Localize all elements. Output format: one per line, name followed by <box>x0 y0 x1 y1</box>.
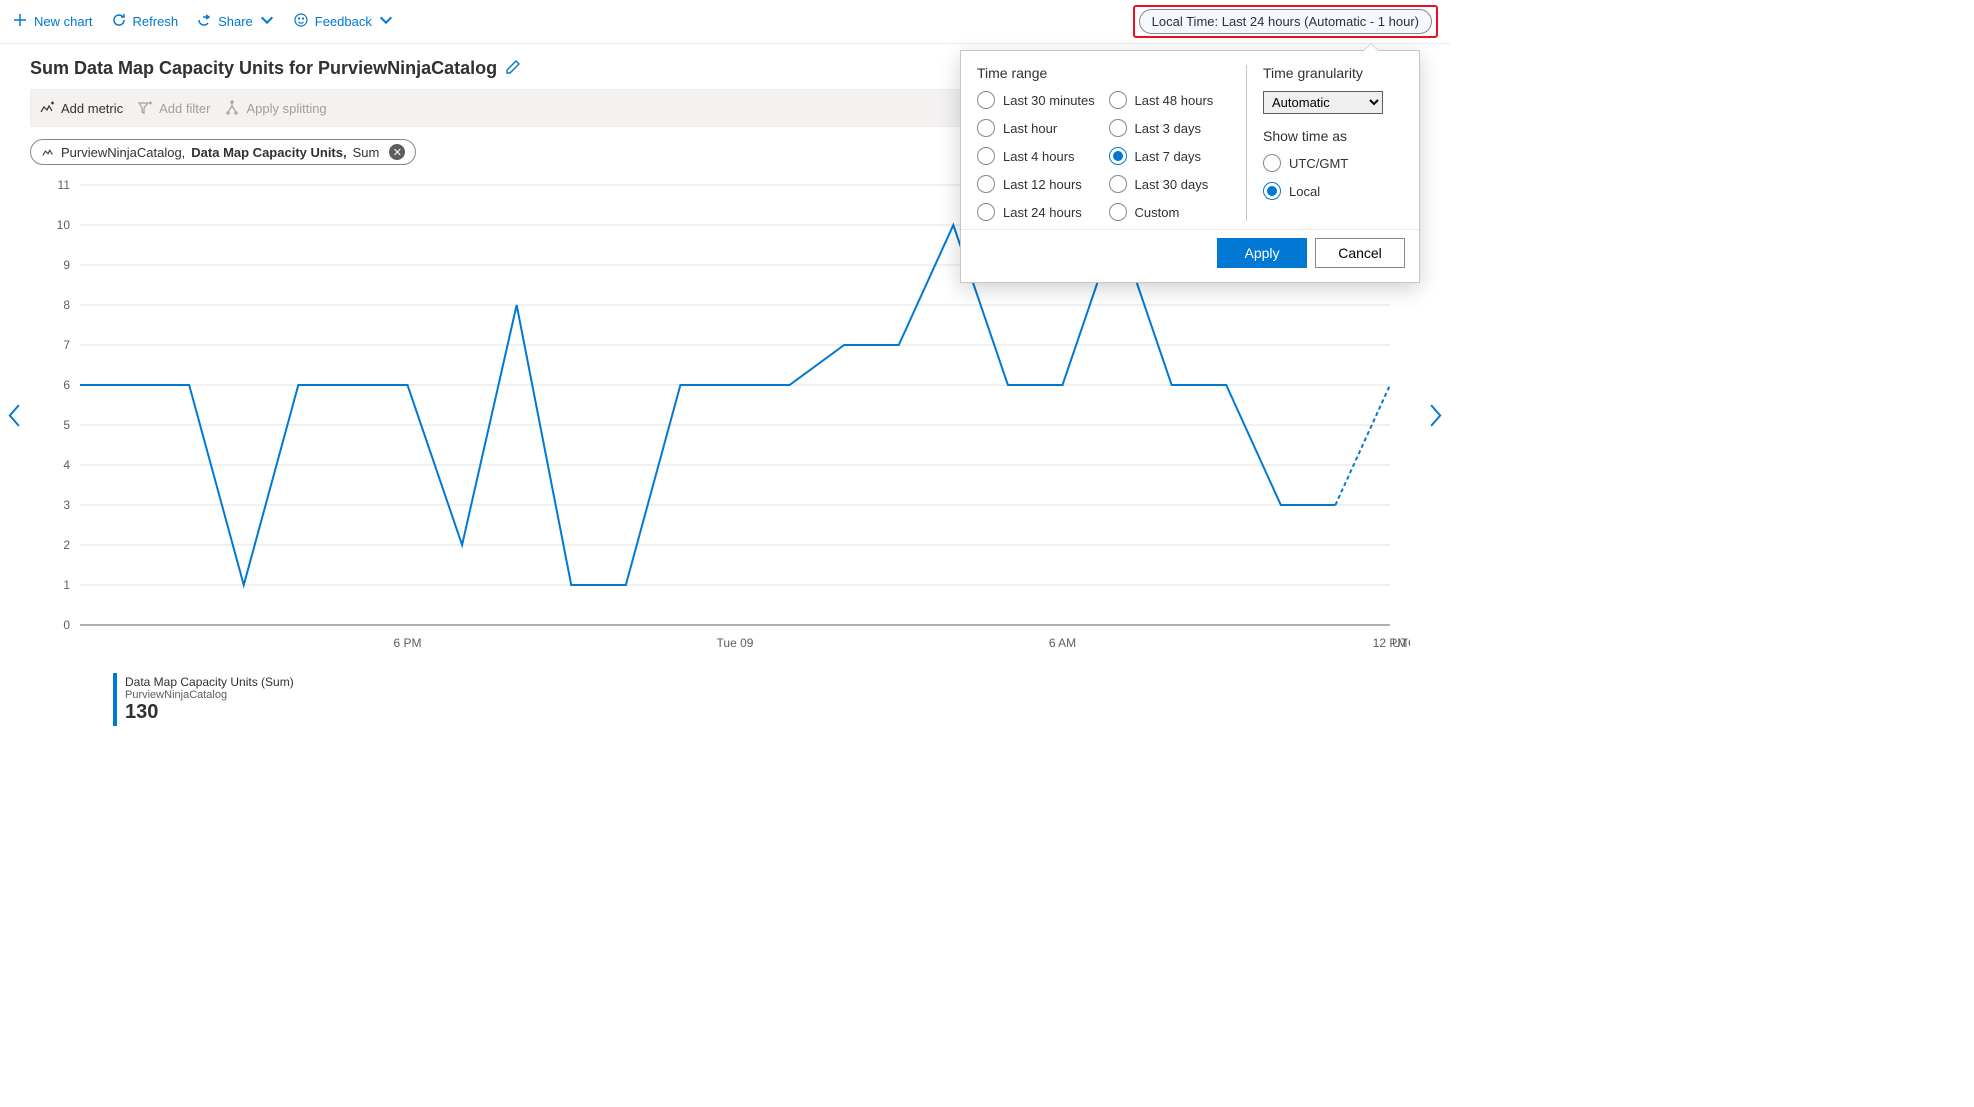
chip-metric: Data Map Capacity Units, <box>191 145 346 160</box>
plus-icon <box>12 12 28 31</box>
legend-value: 130 <box>125 701 294 724</box>
time-range-label: Local Time: Last 24 hours (Automatic - 1… <box>1152 14 1419 29</box>
legend-label: Data Map Capacity Units (Sum) <box>125 675 294 689</box>
edit-title-button[interactable] <box>505 59 521 78</box>
command-bar: New chart Refresh Share Feedback <box>0 0 1450 44</box>
apply-button[interactable]: Apply <box>1217 238 1307 268</box>
svg-text:8: 8 <box>63 298 70 312</box>
time-range-radio[interactable]: Last 24 hours <box>977 203 1099 221</box>
apply-splitting-label: Apply splitting <box>246 101 326 116</box>
svg-text:UTC+05:30: UTC+05:30 <box>1392 636 1410 650</box>
next-time-button[interactable] <box>1426 402 1444 431</box>
svg-text:1: 1 <box>63 578 70 592</box>
previous-time-button[interactable] <box>6 402 24 431</box>
time-range-radio[interactable]: Last 7 days <box>1109 147 1231 165</box>
feedback-label: Feedback <box>315 14 372 29</box>
legend-summary: Data Map Capacity Units (Sum) PurviewNin… <box>113 673 302 726</box>
refresh-label: Refresh <box>133 14 179 29</box>
time-range-radio[interactable]: Last 30 days <box>1109 175 1231 193</box>
time-range-radio[interactable]: Last 12 hours <box>977 175 1099 193</box>
legend-subtitle: PurviewNinjaCatalog <box>125 689 294 701</box>
smiley-icon <box>293 12 309 31</box>
time-range-radio[interactable]: Last 3 days <box>1109 119 1231 137</box>
share-icon <box>196 12 212 31</box>
add-filter-label: Add filter <box>159 101 210 116</box>
feedback-button[interactable]: Feedback <box>293 12 394 31</box>
svg-text:2: 2 <box>63 538 70 552</box>
svg-text:11: 11 <box>58 178 71 192</box>
share-button[interactable]: Share <box>196 12 275 31</box>
chip-agg: Sum <box>353 145 380 160</box>
new-chart-button[interactable]: New chart <box>12 12 93 31</box>
time-range-radio[interactable]: Last 48 hours <box>1109 91 1231 109</box>
time-range-radio[interactable]: Custom <box>1109 203 1231 221</box>
share-label: Share <box>218 14 253 29</box>
show-time-as-radio[interactable]: UTC/GMT <box>1263 154 1403 172</box>
chip-resource: PurviewNinjaCatalog, <box>61 145 185 160</box>
refresh-button[interactable]: Refresh <box>111 12 179 31</box>
time-picker-highlight: Local Time: Last 24 hours (Automatic - 1… <box>1133 5 1438 38</box>
svg-text:3: 3 <box>63 498 70 512</box>
time-range-radio[interactable]: Last 30 minutes <box>977 91 1099 109</box>
add-metric-button[interactable]: Add metric <box>39 100 123 116</box>
svg-text:Tue 09: Tue 09 <box>717 636 754 650</box>
apply-splitting-button[interactable]: Apply splitting <box>224 100 326 116</box>
time-granularity-title: Time granularity <box>1263 65 1403 81</box>
show-time-as-radio[interactable]: Local <box>1263 182 1403 200</box>
cancel-button[interactable]: Cancel <box>1315 238 1405 268</box>
time-range-popover: Time range Last 30 minutes Last 48 hours L… <box>960 50 1420 283</box>
svg-text:5: 5 <box>63 418 70 432</box>
svg-text:0: 0 <box>63 618 70 632</box>
time-granularity-select[interactable]: Automatic <box>1263 91 1383 114</box>
add-filter-button[interactable]: Add filter <box>137 100 210 116</box>
add-metric-label: Add metric <box>61 101 123 116</box>
time-range-pill[interactable]: Local Time: Last 24 hours (Automatic - 1… <box>1139 9 1432 34</box>
svg-text:4: 4 <box>63 458 70 472</box>
chevron-down-icon <box>378 12 394 31</box>
svg-text:7: 7 <box>63 338 70 352</box>
remove-metric-button[interactable]: ✕ <box>389 144 405 160</box>
time-range-title: Time range <box>977 65 1230 81</box>
new-chart-label: New chart <box>34 14 93 29</box>
metric-chip[interactable]: PurviewNinjaCatalog, Data Map Capacity U… <box>30 139 416 165</box>
page-title: Sum Data Map Capacity Units for PurviewN… <box>30 58 497 79</box>
svg-text:6: 6 <box>63 378 70 392</box>
refresh-icon <box>111 12 127 31</box>
show-time-as-title: Show time as <box>1263 128 1403 144</box>
svg-text:10: 10 <box>57 218 71 232</box>
time-range-radio[interactable]: Last hour <box>977 119 1099 137</box>
svg-text:9: 9 <box>63 258 70 272</box>
svg-text:6 AM: 6 AM <box>1049 636 1076 650</box>
chevron-down-icon <box>259 12 275 31</box>
svg-text:6 PM: 6 PM <box>393 636 421 650</box>
time-range-radio[interactable]: Last 4 hours <box>977 147 1099 165</box>
